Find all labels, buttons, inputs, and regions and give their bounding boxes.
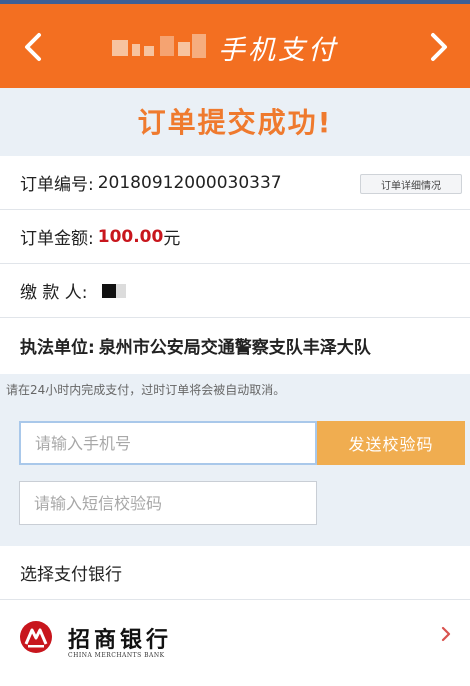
payer-label: 缴 款 人: <box>20 283 88 303</box>
order-amount-label: 订单金额: <box>20 229 94 249</box>
blurred-logo <box>112 32 208 62</box>
bank-option-cmb[interactable]: 招商银行 CHINA MERCHANTS BANK <box>0 600 470 680</box>
phone-input[interactable] <box>19 421 317 465</box>
payer-row: 缴 款 人: <box>0 264 470 318</box>
order-number-value: 20180912000030337 <box>97 172 282 193</box>
order-amount-value: 100.00 <box>97 226 164 247</box>
chevron-right-icon <box>441 626 451 642</box>
bank-name-english: CHINA MERCHANTS BANK <box>68 652 165 659</box>
order-info-card: 订单编号: 20180912000030337 订单详细情况 订单金额: 100… <box>0 156 470 374</box>
send-code-button[interactable]: 发送校验码 <box>317 421 465 465</box>
chevron-right-icon <box>431 33 447 61</box>
brand: 手机支付 <box>112 30 338 66</box>
timeout-notice: 请在24小时内完成支付，过时订单将会被自动取消。 <box>6 383 286 397</box>
order-amount-row: 订单金额: 100.00 元 <box>0 210 470 264</box>
order-number-label: 订单编号: <box>20 175 94 195</box>
back-button[interactable] <box>16 30 50 64</box>
order-detail-button[interactable]: 订单详细情况 <box>360 174 462 194</box>
forward-button[interactable] <box>422 30 456 64</box>
agency-row: 执法单位: 泉州市公安局交通警察支队丰泽大队 <box>0 318 470 372</box>
page-title: 手机支付 <box>218 34 338 66</box>
payer-name-redacted-blur <box>115 283 126 298</box>
sms-code-input[interactable] <box>19 481 317 525</box>
bank-section-title: 选择支付银行 <box>20 565 122 585</box>
agency-value: 泉州市公安局交通警察支队丰泽大队 <box>98 337 371 358</box>
bank-name: 招商银行 <box>68 627 173 653</box>
payer-name-redacted <box>101 283 116 298</box>
cmb-logo-icon <box>20 621 52 653</box>
top-navigation-bar: 手机支付 <box>0 0 470 88</box>
agency-label: 执法单位: <box>20 337 95 358</box>
order-amount-unit: 元 <box>163 229 181 249</box>
bank-selection-card: 选择支付银行 招商银行 CHINA MERCHANTS BANK <box>0 546 470 686</box>
order-number-row: 订单编号: 20180912000030337 订单详细情况 <box>0 156 470 210</box>
payment-page: 手机支付 订单提交成功! 订单编号: 20180912000030337 订单详… <box>0 0 470 686</box>
success-heading: 订单提交成功! <box>137 106 333 139</box>
chevron-left-icon <box>25 33 41 61</box>
bank-section-header: 选择支付银行 <box>0 546 470 600</box>
